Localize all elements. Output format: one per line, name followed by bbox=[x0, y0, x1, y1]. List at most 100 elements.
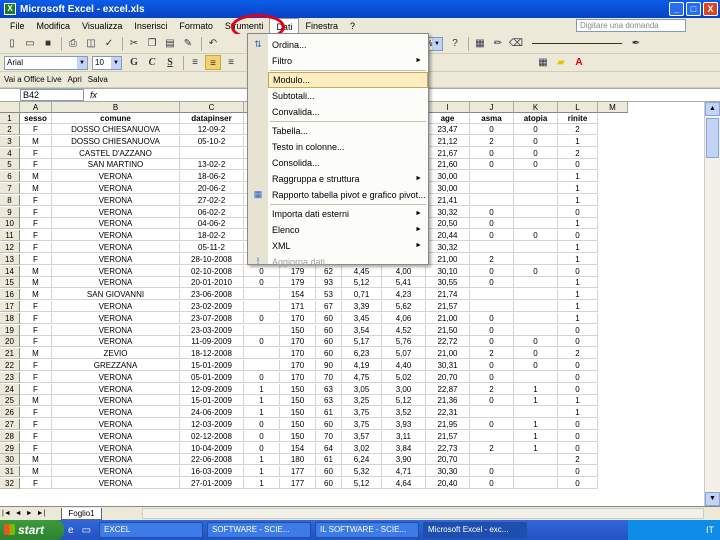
row-header[interactable]: 11 bbox=[0, 230, 20, 242]
row-header[interactable]: 14 bbox=[0, 265, 20, 277]
menu-finestra[interactable]: Finestra bbox=[299, 18, 344, 34]
sheet-nav-button[interactable]: ►| bbox=[37, 510, 46, 517]
table-cell[interactable]: VERONA bbox=[52, 194, 180, 206]
table-cell[interactable]: 170 bbox=[280, 371, 316, 383]
taskbar-button[interactable]: IL SOFTWARE - SCIE... bbox=[315, 522, 420, 538]
table-cell[interactable]: F bbox=[20, 230, 52, 242]
table-cell[interactable]: 2 bbox=[470, 135, 514, 147]
table-cell[interactable]: 4,40 bbox=[382, 360, 426, 371]
italic-button[interactable]: C bbox=[144, 55, 160, 70]
quick-launch-ie-icon[interactable]: e bbox=[68, 525, 74, 536]
table-cell[interactable]: M bbox=[20, 277, 52, 289]
row-header[interactable]: 3 bbox=[0, 135, 20, 147]
table-cell[interactable]: 23,47 bbox=[426, 124, 470, 135]
sheet-nav-button[interactable]: ◄ bbox=[15, 510, 22, 517]
table-cell[interactable] bbox=[514, 277, 558, 289]
table-cell[interactable]: 21,12 bbox=[426, 135, 470, 147]
table-cell[interactable]: 1 bbox=[244, 407, 280, 419]
table-cell[interactable]: VERONA bbox=[52, 419, 180, 430]
table-cell[interactable]: VERONA bbox=[52, 206, 180, 218]
table-cell[interactable] bbox=[514, 371, 558, 383]
table-cell[interactable] bbox=[514, 324, 558, 336]
column-header-a[interactable]: A bbox=[20, 102, 52, 113]
table-cell[interactable]: 0 bbox=[558, 478, 598, 489]
table-cell[interactable] bbox=[514, 242, 558, 253]
table-cell[interactable]: 1 bbox=[244, 383, 280, 395]
table-cell[interactable]: 171 bbox=[280, 301, 316, 312]
table-cell[interactable]: 60 bbox=[316, 348, 342, 360]
table-cell[interactable]: 1 bbox=[514, 430, 558, 442]
table-cell[interactable]: M bbox=[20, 395, 52, 407]
table-cell[interactable]: VERONA bbox=[52, 407, 180, 419]
row-header[interactable]: 32 bbox=[0, 478, 20, 489]
table-cell[interactable]: 1 bbox=[514, 419, 558, 430]
table-cell[interactable] bbox=[470, 301, 514, 312]
table-cell[interactable]: 1 bbox=[558, 407, 598, 419]
table-cell[interactable]: 30,32 bbox=[426, 242, 470, 253]
row-header[interactable]: 4 bbox=[0, 147, 20, 159]
table-cell[interactable]: M bbox=[20, 265, 52, 277]
table-cell[interactable]: 5,07 bbox=[382, 348, 426, 360]
table-cell[interactable]: 0 bbox=[470, 277, 514, 289]
table-cell[interactable]: 3,84 bbox=[382, 442, 426, 454]
name-box[interactable]: B42 bbox=[20, 89, 84, 101]
table-cell[interactable]: 0 bbox=[558, 206, 598, 218]
table-cell[interactable]: 6,23 bbox=[342, 348, 382, 360]
table-cell[interactable]: 170 bbox=[280, 360, 316, 371]
row-header[interactable]: 22 bbox=[0, 360, 20, 371]
table-cell[interactable]: VERONA bbox=[52, 242, 180, 253]
table-cell[interactable]: 30,10 bbox=[426, 265, 470, 277]
table-cell[interactable]: 0 bbox=[470, 265, 514, 277]
table-cell[interactable]: M bbox=[20, 183, 52, 194]
table-cell[interactable]: 1 bbox=[558, 242, 598, 253]
table-cell[interactable]: 18-12-2008 bbox=[180, 348, 244, 360]
column-header-i[interactable]: I bbox=[426, 102, 470, 113]
underline-button[interactable]: S bbox=[162, 55, 178, 70]
table-cell[interactable]: 20,50 bbox=[426, 218, 470, 230]
menu-item[interactable]: XML ► bbox=[268, 238, 428, 254]
table-cell[interactable]: 60 bbox=[316, 466, 342, 478]
table-cell[interactable]: 20,44 bbox=[426, 230, 470, 242]
save-icon[interactable]: ■ bbox=[40, 36, 56, 51]
table-cell[interactable]: 0 bbox=[558, 265, 598, 277]
column-title[interactable]: age bbox=[426, 113, 470, 124]
table-cell[interactable]: 2 bbox=[470, 442, 514, 454]
table-cell[interactable]: 18-02-2 bbox=[180, 230, 244, 242]
table-cell[interactable]: 61 bbox=[316, 407, 342, 419]
table-cell[interactable]: DOSSO CHIESANUOVA bbox=[52, 135, 180, 147]
row-header[interactable]: 23 bbox=[0, 371, 20, 383]
table-cell[interactable]: 5,02 bbox=[382, 371, 426, 383]
table-cell[interactable]: 3,75 bbox=[342, 407, 382, 419]
table-cell[interactable]: 21,60 bbox=[426, 159, 470, 171]
row-header[interactable]: 21 bbox=[0, 348, 20, 360]
table-cell[interactable]: 64 bbox=[316, 442, 342, 454]
table-cell[interactable]: 20,40 bbox=[426, 478, 470, 489]
fx-icon[interactable]: fx bbox=[90, 90, 97, 100]
column-header-k[interactable]: K bbox=[514, 102, 558, 113]
table-cell[interactable]: CASTEL D'AZZANO bbox=[52, 147, 180, 159]
horizontal-scrollbar[interactable] bbox=[141, 508, 704, 519]
table-cell[interactable]: VERONA bbox=[52, 395, 180, 407]
table-cell[interactable]: 90 bbox=[316, 360, 342, 371]
table-cell[interactable]: 5,62 bbox=[382, 301, 426, 312]
row-header[interactable]: 19 bbox=[0, 324, 20, 336]
drawing-icon[interactable]: ✏ bbox=[490, 36, 506, 51]
menu-help[interactable]: ? bbox=[344, 18, 361, 34]
table-cell[interactable]: 0 bbox=[470, 419, 514, 430]
table-cell[interactable] bbox=[514, 171, 558, 183]
table-cell[interactable] bbox=[514, 454, 558, 466]
table-cell[interactable]: DOSSO CHIESANUOVA bbox=[52, 124, 180, 135]
table-cell[interactable]: 10-04-2009 bbox=[180, 442, 244, 454]
table-cell[interactable]: 0 bbox=[470, 312, 514, 324]
row-header[interactable]: 6 bbox=[0, 171, 20, 183]
table-cell[interactable]: 3,90 bbox=[382, 454, 426, 466]
column-title[interactable]: rinite bbox=[558, 113, 598, 124]
table-cell[interactable] bbox=[470, 289, 514, 301]
table-cell[interactable]: 0 bbox=[558, 442, 598, 454]
web-toolbar-item[interactable]: Vai a Office Live bbox=[4, 75, 62, 84]
scroll-down-icon[interactable]: ▼ bbox=[705, 492, 720, 506]
table-cell[interactable]: M bbox=[20, 171, 52, 183]
table-cell[interactable] bbox=[514, 466, 558, 478]
table-cell[interactable]: 150 bbox=[280, 383, 316, 395]
menu-item[interactable]: Ordina... bbox=[268, 37, 428, 53]
